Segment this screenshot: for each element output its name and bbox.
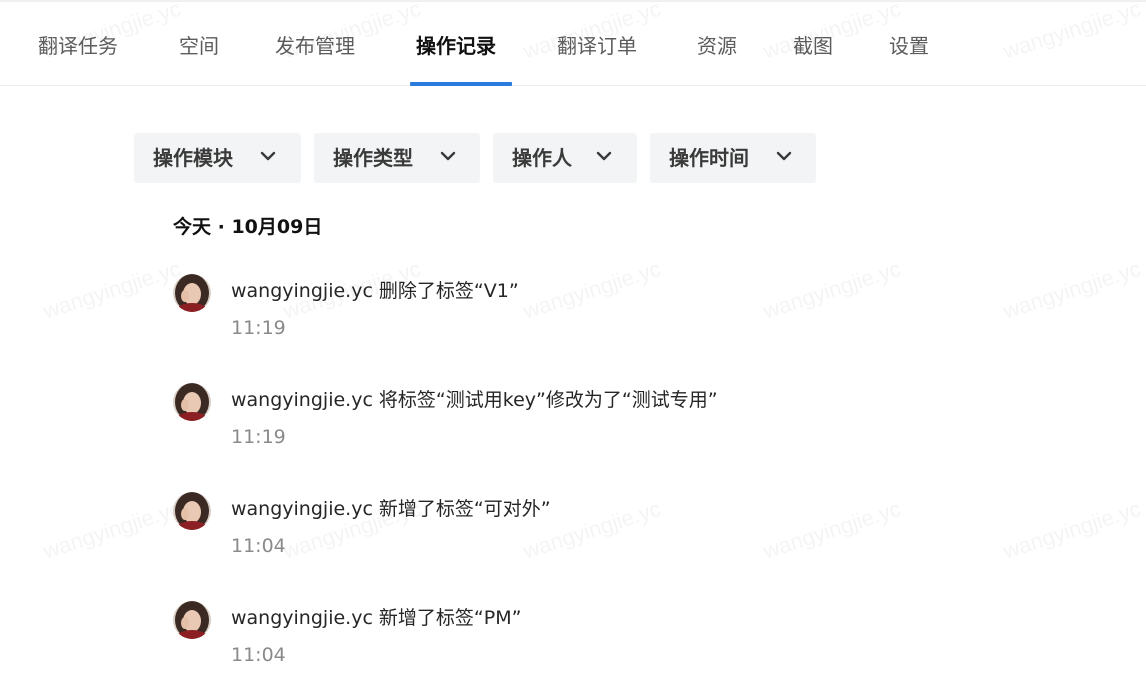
tab-screenshots[interactable]: 截图 (793, 31, 833, 61)
log-entry: wangyingjie.yc 新增了标签“PM” 11:04 (173, 601, 1073, 681)
avatar-image (173, 601, 211, 639)
tab-space[interactable]: 空间 (179, 31, 219, 61)
entry-time: 11:19 (231, 317, 286, 339)
tab-translation-orders[interactable]: 翻译订单 (557, 31, 637, 61)
tab-release-management[interactable]: 发布管理 (275, 31, 355, 61)
date-heading: 今天 · 10月09日 (173, 216, 323, 238)
tab-resources[interactable]: 资源 (697, 31, 737, 61)
entry-time: 11:04 (231, 644, 286, 666)
filter-operator[interactable]: 操作人 (493, 133, 637, 183)
user-avatar[interactable] (173, 274, 211, 312)
tab-operation-log[interactable]: 操作记录 (416, 31, 496, 61)
watermark: wangyingjie.yc (40, 256, 184, 325)
filter-operation-module[interactable]: 操作模块 (134, 133, 301, 183)
log-entry: wangyingjie.yc 删除了标签“V1” 11:19 (173, 274, 1073, 354)
tab-translation-tasks[interactable]: 翻译任务 (38, 31, 118, 61)
filter-label: 操作人 (512, 146, 572, 170)
avatar-image (173, 383, 211, 421)
entry-description: wangyingjie.yc 新增了标签“PM” (231, 607, 522, 629)
avatar-image (173, 274, 211, 312)
chevron-down-icon (440, 151, 456, 161)
chevron-down-icon (596, 151, 612, 161)
entry-description: wangyingjie.yc 删除了标签“V1” (231, 280, 519, 302)
user-avatar[interactable] (173, 383, 211, 421)
entry-time: 11:04 (231, 535, 286, 557)
chevron-down-icon (260, 151, 276, 161)
operation-log-page: wangyingjie.yc wangyingjie.yc wangyingji… (0, 0, 1146, 684)
entry-time: 11:19 (231, 426, 286, 448)
log-entry: wangyingjie.yc 将标签“测试用key”修改为了“测试专用” 11:… (173, 383, 1073, 463)
filter-label: 操作类型 (333, 146, 413, 170)
divider (0, 0, 1146, 2)
filter-label: 操作模块 (153, 146, 233, 170)
active-tab-indicator (410, 82, 512, 86)
tab-bar: 翻译任务 空间 发布管理 操作记录 翻译订单 资源 截图 设置 (0, 0, 1146, 86)
log-entry: wangyingjie.yc 新增了标签“可对外” 11:04 (173, 492, 1073, 572)
avatar-image (173, 492, 211, 530)
filter-operation-time[interactable]: 操作时间 (650, 133, 816, 183)
filter-label: 操作时间 (669, 146, 749, 170)
watermark: wangyingjie.yc (40, 496, 184, 565)
entry-description: wangyingjie.yc 将标签“测试用key”修改为了“测试专用” (231, 389, 718, 411)
filter-operation-type[interactable]: 操作类型 (314, 133, 480, 183)
user-avatar[interactable] (173, 492, 211, 530)
entry-description: wangyingjie.yc 新增了标签“可对外” (231, 498, 551, 520)
user-avatar[interactable] (173, 601, 211, 639)
tab-settings[interactable]: 设置 (889, 31, 929, 61)
chevron-down-icon (776, 151, 792, 161)
